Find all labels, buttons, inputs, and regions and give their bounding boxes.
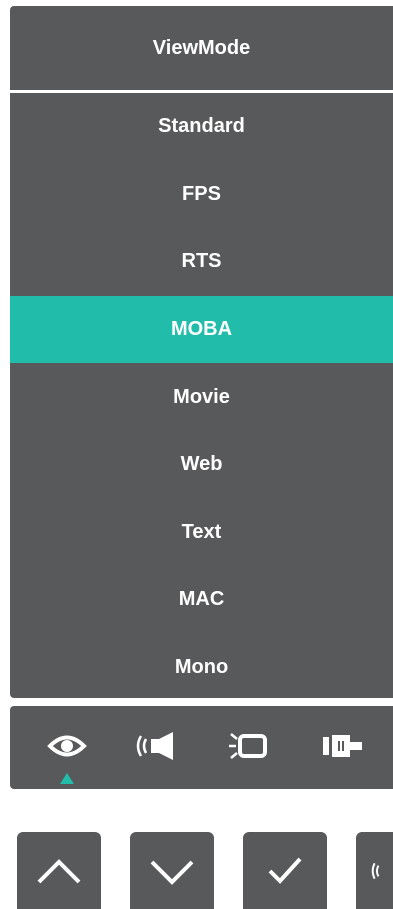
menu-item-fps[interactable]: FPS [10, 161, 393, 229]
menu-item-standard[interactable]: Standard [10, 93, 393, 161]
up-button[interactable] [17, 832, 101, 909]
osd-menu-panel: ViewMode Standard FPS RTS MOBA Movie Web… [10, 6, 393, 698]
down-button[interactable] [130, 832, 214, 909]
menu-item-movie[interactable]: Movie [10, 363, 393, 431]
menu-item-rts[interactable]: RTS [10, 228, 393, 296]
category-toolbar [10, 706, 393, 789]
input-connector-icon[interactable] [317, 726, 373, 766]
menu-item-mono[interactable]: Mono [10, 634, 393, 698]
menu-title: ViewMode [152, 37, 251, 59]
menu-list: Standard FPS RTS MOBA Movie Web Text MAC… [10, 93, 393, 698]
check-icon [268, 857, 302, 884]
eye-icon[interactable] [39, 726, 95, 766]
menu-item-moba[interactable]: MOBA [10, 295, 393, 364]
sound-speaker-icon[interactable] [129, 726, 185, 766]
up-icon [37, 858, 81, 883]
active-category-indicator [60, 773, 74, 784]
menu-item-text[interactable]: Text [10, 499, 393, 567]
menu-item-web[interactable]: Web [10, 431, 393, 499]
display-brightness-icon[interactable] [221, 726, 277, 766]
down-icon [150, 860, 194, 885]
menu-item-mac[interactable]: MAC [10, 566, 393, 634]
confirm-button[interactable] [243, 832, 327, 909]
sound-icon [371, 862, 380, 879]
sound-button[interactable] [356, 832, 393, 909]
